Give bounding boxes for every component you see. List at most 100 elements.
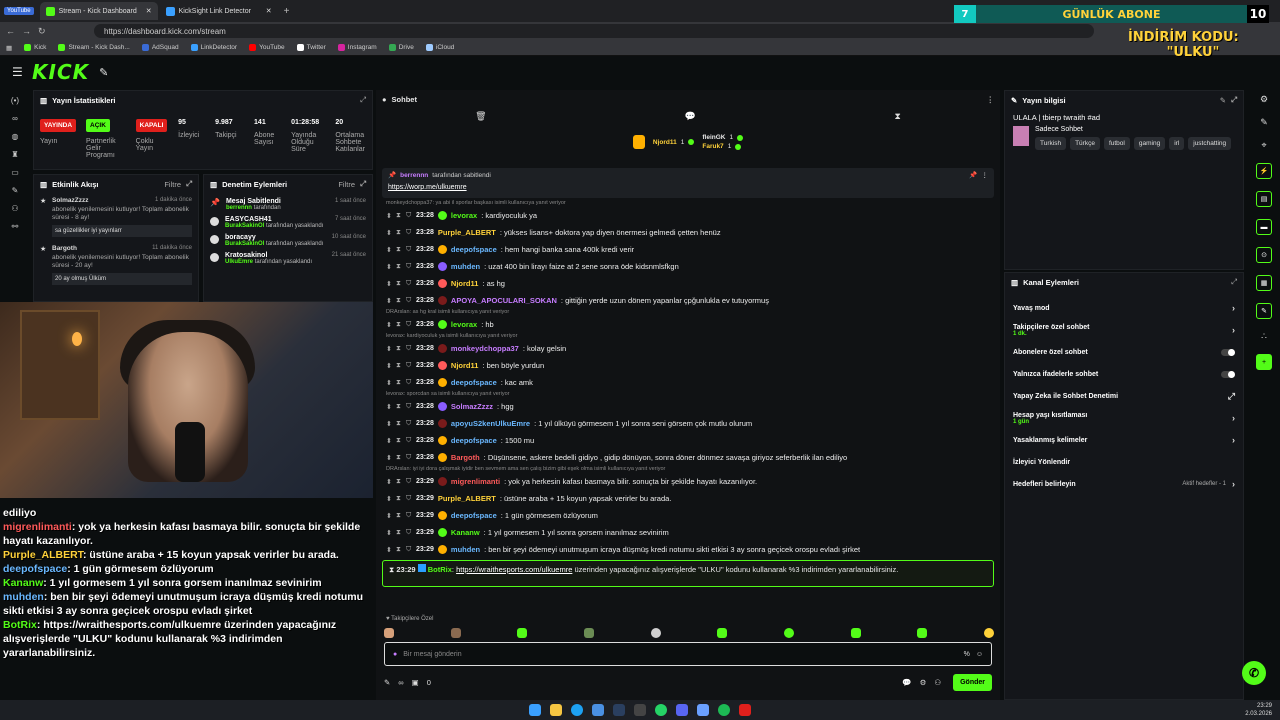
users-icon[interactable]: ⚇ (934, 678, 941, 687)
chat-message[interactable]: ⬍ ⧗ ⛉ 23:28 muhden: uzat 400 bin lirayı faiz… (386, 258, 994, 275)
message-user[interactable]: Njord11 (451, 361, 479, 370)
pin-icon[interactable]: ⬍ (386, 379, 392, 387)
tag-chip[interactable]: Turkish (1035, 137, 1067, 150)
chevron-right-icon[interactable]: › (1232, 435, 1235, 445)
percent-icon[interactable]: % (964, 651, 970, 658)
emote-icon[interactable] (384, 628, 394, 638)
wrench-icon[interactable]: ✎ (1256, 303, 1272, 319)
bookmark-kick[interactable]: Kick (24, 44, 46, 51)
mic-icon[interactable]: ● (393, 651, 397, 658)
pinned-message[interactable]: 📌 berrennn tarafından sabitlendi 📌 ⋮ htt… (382, 168, 994, 198)
pin-icon[interactable]: ⬍ (386, 263, 392, 271)
monitor-icon[interactable]: ▭ (11, 168, 19, 177)
chat-message[interactable]: ⬍ ⧗ ⛉ 23:28 levorax: hb (386, 316, 994, 333)
bookmark-drive[interactable]: Drive (388, 44, 414, 51)
stream-icon[interactable]: (•) (11, 96, 19, 105)
hourglass-icon[interactable]: ⧗ (396, 495, 402, 503)
chat-message[interactable]: ⬍ ⧗ ⛉ 23:28 Njord11: ben böyle yurdun (386, 357, 994, 374)
emote-icon[interactable] (450, 628, 461, 638)
url-field[interactable]: https://dashboard.kick.com/stream (94, 24, 1094, 38)
hourglass-icon[interactable]: ⧗ (396, 212, 402, 220)
emote-icon[interactable] (917, 628, 928, 638)
emote-icon[interactable] (850, 628, 861, 638)
pin-icon[interactable]: ⬍ (386, 495, 392, 503)
emote-icon[interactable] (783, 628, 794, 638)
bolt-icon[interactable]: ⚡ (1256, 163, 1272, 179)
tag-chip[interactable]: justchatting (1188, 137, 1232, 150)
terminal-icon[interactable] (634, 704, 646, 716)
message-user[interactable]: Purple_ALBERT (438, 494, 496, 503)
chevron-right-icon[interactable]: › (1232, 413, 1235, 423)
hourglass-icon[interactable]: ⧗ (396, 362, 402, 370)
calendar-icon[interactable] (592, 704, 604, 716)
message-user[interactable]: SolmazZzzz (451, 402, 493, 411)
emote-icon[interactable] (983, 628, 994, 638)
pin-icon[interactable]: ⬍ (386, 454, 392, 462)
scan-icon[interactable]: ⌖ (1261, 140, 1266, 151)
toggle-switch[interactable] (1221, 348, 1235, 356)
chat-message[interactable]: ⬍ ⧗ ⛉ 23:28 apoyuS2kenUlkuEmre: 1 yıl ülküyü… (386, 415, 994, 432)
message-user[interactable]: deepofspace (451, 511, 497, 520)
discord-icon[interactable] (676, 704, 688, 716)
hourglass-icon[interactable]: ⧗ (894, 111, 900, 122)
message-user[interactable]: levorax (451, 320, 477, 329)
trophy-icon[interactable]: ♜ (11, 150, 18, 159)
popout-icon[interactable]: ⤢ (1231, 95, 1237, 105)
tab-stream-dashboard[interactable]: Stream - Kick Dashboard ✕ (39, 2, 158, 20)
link-icon[interactable]: ∞ (12, 114, 18, 123)
chat-icon[interactable]: 💬 (685, 111, 696, 122)
pin-icon[interactable]: ⬍ (386, 212, 392, 220)
message-user[interactable]: Kananw (451, 528, 480, 537)
chevron-right-icon[interactable]: › (1232, 479, 1235, 489)
message-user[interactable]: Njord11 (451, 279, 479, 288)
add-widget-icon[interactable]: + (1256, 354, 1272, 370)
pin-icon[interactable]: ⬍ (386, 345, 392, 353)
globe-icon[interactable]: ◍ (12, 132, 19, 141)
chat-message[interactable]: ⬍ ⧗ ⛉ 23:28 levorax: kardiyoculuk ya (386, 207, 994, 224)
pin-icon[interactable]: ⬍ (386, 280, 392, 288)
emoji-icon[interactable]: ☺ (976, 651, 983, 658)
bookmark-youtube[interactable]: YouTube (249, 44, 285, 51)
folder-icon[interactable] (550, 704, 562, 716)
pin-icon[interactable]: ⬍ (386, 529, 392, 537)
channel-action-row[interactable]: Abonelere özel sohbet (1005, 341, 1243, 363)
unpin-icon[interactable]: 📌 (969, 171, 977, 179)
new-tab-icon[interactable]: + (284, 6, 290, 17)
channel-action-row[interactable]: Takipçilere özel sohbet 1 dk. › (1005, 319, 1243, 341)
hourglass-icon[interactable]: ⧗ (396, 345, 402, 353)
chat-message[interactable]: ⬍ ⧗ ⛉ 23:28 deepofspace: 1500 mu (386, 432, 994, 449)
pin-icon[interactable]: ⬍ (386, 437, 392, 445)
link-icon[interactable]: ∞ (398, 678, 403, 687)
emote-icon[interactable] (717, 628, 728, 638)
hourglass-icon[interactable]: ⧗ (396, 512, 402, 520)
document-icon[interactable]: ▦ (1256, 275, 1272, 291)
bookmark-twitter[interactable]: Twitter (296, 44, 326, 51)
tag-chip[interactable]: futbol (1103, 137, 1130, 150)
hourglass-icon[interactable]: ⧗ (396, 246, 402, 254)
wrench-icon[interactable]: ✎ (12, 186, 19, 195)
toggle-switch[interactable] (1221, 370, 1235, 378)
message-user[interactable]: apoyuS2kenUlkuEmre (451, 419, 530, 428)
message-user[interactable]: muhden (451, 262, 480, 271)
filter-button[interactable]: Filtre (338, 180, 355, 189)
message-user[interactable]: monkeydchoppa37 (451, 344, 519, 353)
channel-action-row[interactable]: İzleyici Yönlendir (1005, 451, 1243, 473)
chat-message[interactable]: ⬍ ⧗ ⛉ 23:28 deepofspace: kac amk (386, 374, 994, 391)
menu-icon[interactable]: ☰ (12, 65, 23, 79)
message-user[interactable]: muhden (451, 545, 480, 554)
steam-icon[interactable] (613, 704, 625, 716)
more-icon[interactable]: ⋮ (987, 95, 995, 104)
chat-message[interactable]: ⬍ ⧗ ⛉ 23:28 Bargoth: Düşünsene, askere bedel… (386, 449, 994, 466)
chat-input[interactable]: ● Bir mesaj gönderin % ☺ (384, 642, 992, 666)
hourglass-icon[interactable]: ⧗ (396, 379, 402, 387)
emote-icon[interactable] (650, 628, 661, 638)
close-icon[interactable]: ✕ (146, 7, 152, 15)
message-link[interactable]: https://wraithesports.com/ulkuemre (456, 565, 572, 574)
send-button[interactable]: Gönder (953, 673, 992, 691)
pinned-link[interactable]: https://worp.me/ulkuemre (388, 184, 988, 191)
emote-icon[interactable] (517, 628, 528, 638)
chat-message[interactable]: ⬍ ⧗ ⛉ 23:29 deepofspace: 1 gün görmesem özlü… (386, 507, 994, 524)
edge-icon[interactable] (571, 704, 583, 716)
pencil-icon[interactable]: ✎ (1260, 117, 1268, 128)
more-icon[interactable]: ⋮ (982, 171, 989, 179)
